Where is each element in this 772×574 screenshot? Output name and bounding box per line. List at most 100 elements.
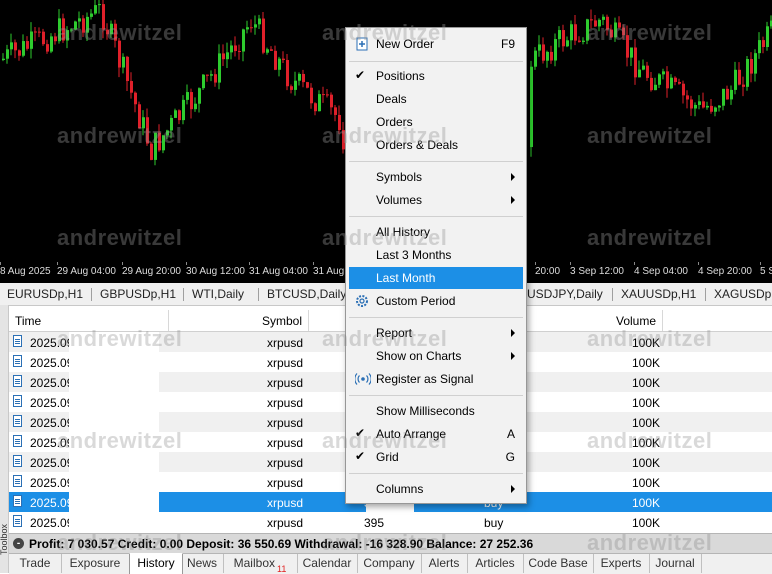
time-label: 20:00: [535, 266, 561, 277]
tab-mailbox[interactable]: Mailbox 11: [223, 554, 298, 574]
candle-body: [194, 103, 197, 110]
candle-body: [334, 107, 337, 115]
chart-tab[interactable]: BTCUSD,Daily: [267, 287, 346, 301]
menu-item-auto-arrange[interactable]: ✔ Auto Arrange A: [349, 423, 523, 445]
column-separator[interactable]: [168, 310, 169, 331]
candle-body: [570, 24, 573, 41]
menu-item-label: Orders & Deals: [376, 138, 459, 152]
menu-item-columns[interactable]: Columns: [349, 478, 523, 500]
candle-body: [730, 89, 733, 100]
menu-item-label: Show Milliseconds: [376, 404, 475, 418]
tab-exposure[interactable]: Exposure: [61, 554, 130, 573]
candle-body: [566, 40, 569, 47]
tab-journal[interactable]: Journal: [649, 554, 702, 573]
candle-body: [110, 23, 113, 35]
tab-history[interactable]: History: [129, 553, 183, 574]
toolbox-tabs: Trade Exposure History News Mailbox 11 Calenda…: [9, 553, 772, 574]
chart-tab[interactable]: GBPUSDp,H1: [100, 287, 176, 301]
candle-body: [78, 18, 81, 22]
menu-item-orders[interactable]: Orders: [349, 111, 523, 133]
cell-time: 2025.09: [30, 516, 74, 530]
menu-item-last-month[interactable]: Last Month: [349, 267, 523, 289]
menu-item-show-on-charts[interactable]: Show on Charts: [349, 345, 523, 367]
candle-body: [146, 117, 149, 144]
new-order-icon: [355, 37, 369, 51]
redacted-area: [69, 432, 159, 452]
menu-item-positions[interactable]: ✔ Positions: [349, 65, 523, 87]
menu-item-register-as-signal[interactable]: Register as Signal: [349, 368, 523, 390]
chart-tab[interactable]: EURUSDp,H1: [7, 287, 83, 301]
menu-item-label: Last 3 Months: [376, 248, 452, 262]
menu-item-show-milliseconds[interactable]: Show Milliseconds: [349, 400, 523, 422]
menu-item-label: Deals: [376, 92, 407, 106]
candle-body: [714, 107, 717, 112]
chart-tab[interactable]: XAGUSDp,H1: [714, 287, 772, 301]
column-separator[interactable]: [662, 310, 663, 331]
candle-body: [262, 18, 265, 53]
candle-body: [694, 104, 697, 109]
menu-item-deals[interactable]: Deals: [349, 88, 523, 110]
candle-body: [74, 21, 77, 30]
deal-icon: [13, 335, 22, 347]
tab-company[interactable]: Company: [357, 554, 422, 573]
candle-body: [538, 44, 541, 51]
candle-body: [46, 44, 49, 52]
chart-tab[interactable]: USDJPY,Daily: [527, 287, 603, 301]
table-row[interactable]: 2025.09 xrpusd 395 buy 100K: [9, 512, 772, 532]
menu-shortcut: A: [506, 427, 515, 441]
candle-body: [678, 81, 681, 84]
time-label: 5 S: [760, 266, 772, 277]
candle-body: [306, 82, 309, 88]
candle-body: [150, 143, 153, 160]
candle-body: [710, 105, 713, 112]
menu-item-grid[interactable]: ✔ Grid G: [349, 446, 523, 468]
candle-body: [254, 24, 257, 28]
candle-body: [202, 74, 205, 89]
candle-body: [638, 69, 641, 78]
candle-body: [198, 88, 201, 104]
candle-body: [586, 19, 589, 41]
candle-body: [158, 132, 161, 151]
menu-item-volumes[interactable]: Volumes: [349, 189, 523, 211]
menu-item-new-order[interactable]: New Order F9: [349, 33, 523, 55]
cell-time: 2025.09: [30, 456, 74, 470]
candle-body: [662, 71, 665, 75]
candle-body: [530, 66, 533, 148]
submenu-arrow-icon: [511, 485, 515, 493]
tab-trade[interactable]: Trade: [9, 554, 62, 573]
collapse-icon[interactable]: -: [13, 538, 24, 549]
menu-item-symbols[interactable]: Symbols: [349, 166, 523, 188]
chart-tab[interactable]: WTI,Daily: [192, 287, 244, 301]
menu-item-last-3-months[interactable]: Last 3 Months: [349, 244, 523, 266]
candle-body: [666, 71, 669, 89]
tab-calendar[interactable]: Calendar: [297, 554, 358, 573]
tab-alerts[interactable]: Alerts: [421, 554, 468, 573]
tab-news[interactable]: News: [181, 554, 224, 573]
tab-code-base[interactable]: Code Base: [523, 554, 594, 573]
cell-symbol: xrpusd: [267, 416, 304, 430]
time-tick: [57, 262, 58, 265]
candle-body: [54, 36, 57, 42]
candle-body: [138, 104, 141, 129]
cell-symbol: xrpusd: [267, 516, 304, 530]
candle-body: [762, 40, 765, 47]
check-icon: ✔: [355, 449, 366, 463]
menu-item-report[interactable]: Report: [349, 322, 523, 344]
cell-time: 2025.09: [30, 436, 74, 450]
menu-item-orders-deals[interactable]: Orders & Deals: [349, 134, 523, 156]
candle-body: [22, 41, 25, 56]
tab-experts[interactable]: Experts: [593, 554, 650, 573]
menu-item-all-history[interactable]: All History: [349, 221, 523, 243]
tab-articles[interactable]: Articles: [467, 554, 524, 573]
column-separator[interactable]: [308, 310, 309, 331]
check-icon: ✔: [355, 68, 366, 82]
column-header-time[interactable]: Time: [15, 314, 41, 328]
chart-tab[interactable]: XAUUSDp,H1: [621, 287, 696, 301]
menu-item-custom-period[interactable]: Custom Period: [349, 290, 523, 312]
tab-separator: [183, 288, 184, 301]
candle-body: [554, 39, 557, 61]
column-header-symbol[interactable]: Symbol: [262, 314, 302, 328]
cell-symbol: xrpusd: [267, 376, 304, 390]
column-header-volume[interactable]: Volume: [616, 314, 656, 328]
redacted-area: [69, 332, 159, 352]
